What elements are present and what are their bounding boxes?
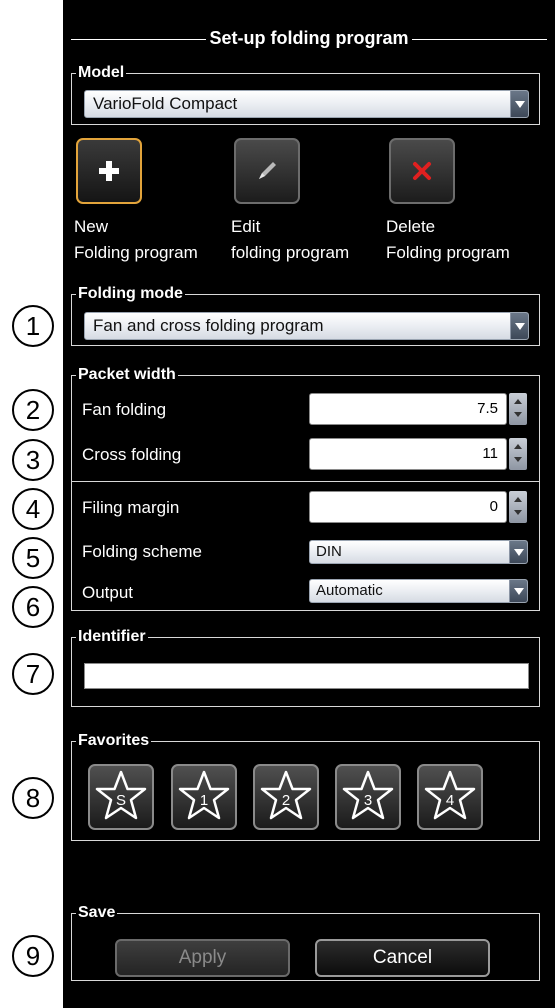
packet-width-label: Packet width [76,365,178,385]
folding-scheme-dropdown[interactable]: DIN [309,540,528,564]
spin-up-icon[interactable] [514,399,522,404]
cross-folding-spin-buttons[interactable] [509,438,527,470]
x-icon [413,162,431,180]
favorite-2-label: 2 [282,792,290,809]
spin-down-icon[interactable] [514,510,522,515]
new-program-button[interactable] [76,138,142,204]
filing-margin-stepper[interactable]: 0 [309,491,527,523]
filing-margin-input[interactable]: 0 [309,491,507,523]
callout-1: 1 [12,305,54,347]
fan-folding-label: Fan folding [82,400,167,419]
plus-icon [99,161,119,181]
output-dropdown[interactable]: Automatic [309,579,528,603]
identifier-label: Identifier [76,627,148,647]
identifier-input[interactable] [84,663,529,689]
folding-mode-label: Folding mode [76,284,185,304]
filing-margin-label: Filing margin [82,498,180,517]
delete-button-label: Delete Folding program [386,217,510,262]
chevron-down-icon [510,313,528,339]
fan-folding-input[interactable]: 7.5 [309,393,507,425]
callout-4: 4 [12,488,54,530]
favorite-s-label: S [116,792,126,809]
packet-width-group: Packet width Fan folding 7.5 Cross foldi… [71,365,540,611]
model-group-label: Model [76,63,127,83]
new-button-label: New Folding program [74,217,198,262]
favorite-2-button[interactable]: 2 [253,764,319,830]
favorite-3-button[interactable]: 3 [335,764,401,830]
output-value: Automatic [316,582,383,599]
folding-mode-group: Folding mode Fan and cross folding progr… [71,284,540,346]
folding-mode-dropdown[interactable]: Fan and cross folding program [84,312,529,340]
delete-program-button[interactable] [389,138,455,204]
save-label: Save [76,903,118,923]
star-icon: 3 [342,770,394,820]
chevron-down-icon [510,91,528,117]
favorite-1-label: 1 [200,792,208,809]
panel-title-row: Set-up folding program [63,26,555,54]
chevron-down-icon [509,580,527,602]
star-icon: 4 [424,770,476,820]
folding-program-panel: Set-up folding program Model VarioFold C… [63,0,555,1008]
model-dropdown[interactable]: VarioFold Compact [84,90,529,118]
star-icon: 1 [178,770,230,820]
filing-margin-spin-buttons[interactable] [509,491,527,523]
model-dropdown-value: VarioFold Compact [93,94,238,113]
callout-9: 9 [12,935,54,977]
favorites-label: Favorites [76,731,152,751]
identifier-group: Identifier [71,627,540,707]
callout-3: 3 [12,439,54,481]
favorite-s-button[interactable]: S [88,764,154,830]
edit-button-label: Edit folding program [231,217,350,262]
output-label: Output [82,583,134,602]
spin-down-icon[interactable] [514,412,522,417]
spin-up-icon[interactable] [514,444,522,449]
folding-scheme-label: Folding scheme [82,542,203,561]
favorite-1-button[interactable]: 1 [171,764,237,830]
spin-up-icon[interactable] [514,497,522,502]
chevron-down-icon [509,541,527,563]
callout-5: 5 [12,537,54,579]
apply-button[interactable]: Apply [115,939,290,977]
model-group: Model VarioFold Compact [71,63,540,125]
callout-7: 7 [12,653,54,695]
star-icon: 2 [260,770,312,820]
panel-title: Set-up folding program [205,28,413,48]
cross-folding-stepper[interactable]: 11 [309,438,527,470]
edit-program-button[interactable] [234,138,300,204]
cross-folding-input[interactable]: 11 [309,438,507,470]
favorite-4-label: 4 [446,792,454,809]
pencil-icon [259,162,276,179]
folding-mode-value: Fan and cross folding program [93,316,324,335]
favorite-4-button[interactable]: 4 [417,764,483,830]
callout-6: 6 [12,586,54,628]
cross-folding-label: Cross folding [82,445,182,464]
callout-8: 8 [12,777,54,819]
fan-folding-stepper[interactable]: 7.5 [309,393,527,425]
callout-2: 2 [12,389,54,431]
folding-scheme-value: DIN [316,543,342,560]
favorite-3-label: 3 [364,792,372,809]
packet-width-divider [72,481,539,482]
spin-down-icon[interactable] [514,457,522,462]
cancel-button[interactable]: Cancel [315,939,490,977]
fan-folding-spin-buttons[interactable] [509,393,527,425]
star-icon: S [95,770,147,820]
